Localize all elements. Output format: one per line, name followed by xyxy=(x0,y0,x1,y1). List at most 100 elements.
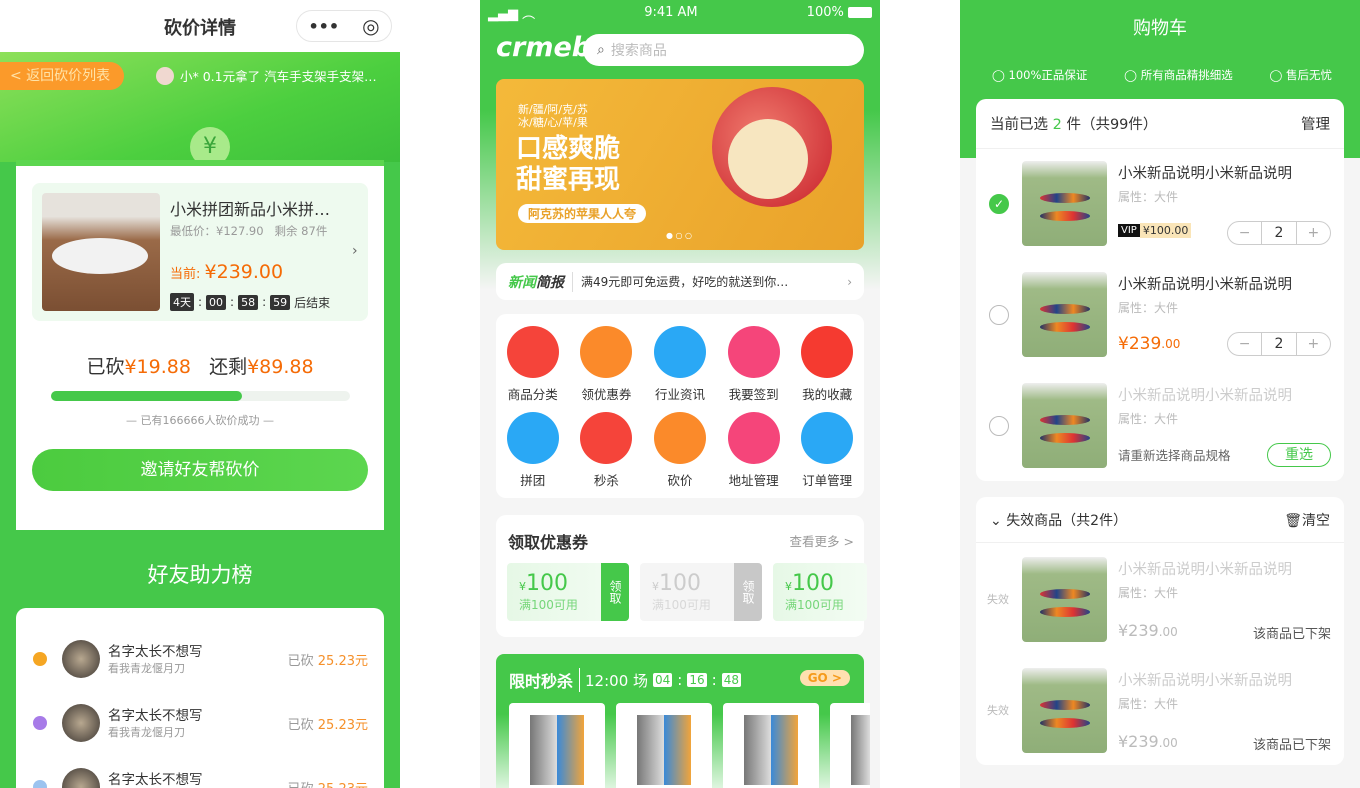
cut-label: 已砍 xyxy=(287,717,314,733)
cart-item: 小米新品说明小米新品说明 属性：大件 ¥239.00 −2 + xyxy=(976,272,1344,362)
invalid-toggle[interactable]: ⌄ 失效商品（共2件） xyxy=(990,510,1127,530)
menu-grid: 商品分类 领优惠券 行业资讯 我要签到 我的收藏拼团 秒杀 砍价 地址管理 订单管理 xyxy=(496,314,864,498)
quantity-stepper[interactable]: −2 + xyxy=(1227,221,1331,245)
helper-motto: 看我青龙偃月刀 xyxy=(108,726,185,739)
status-time: 9:41 AM xyxy=(644,5,698,20)
menu-item[interactable]: 地址管理 xyxy=(717,412,791,496)
signal-wifi-icon: ▂▄▆ ︵ xyxy=(488,7,536,22)
check-circle-icon: ◯ xyxy=(1124,68,1138,82)
coupon[interactable]: ¥100 满100可用 xyxy=(773,563,867,621)
coupon[interactable]: ¥100 满100可用 领取 xyxy=(507,563,629,621)
more-icon[interactable]: ••• xyxy=(308,17,339,36)
price-decimal: .00 xyxy=(1158,625,1178,639)
menu-item[interactable]: 砍价 xyxy=(643,412,717,496)
cart-screen: 购物车 ◯ 100%正品保证 ◯ 所有商品精挑细选 ◯ 售后无忧 当前已选 2 件（… xyxy=(960,0,1360,788)
invalid-section: ⌄ 失效商品（共2件） 🗑清空 失效 小米新品说明小米新品说明 属性：大件 ¥2… xyxy=(976,497,1344,765)
progress-bar xyxy=(51,391,350,401)
menu-item[interactable]: 拼团 xyxy=(496,412,570,496)
coupon-amount: 100 xyxy=(659,571,701,596)
chevron-right-icon: › xyxy=(352,243,358,259)
clear-button[interactable]: 🗑清空 xyxy=(1284,510,1330,530)
menu-item[interactable]: 我的收藏 xyxy=(790,326,864,410)
helper-row: 名字太长不想写看我青龙偃月刀 已砍 25.23元 xyxy=(16,767,384,788)
product-image xyxy=(42,193,160,311)
item-attr: 属性：大件 xyxy=(1118,586,1179,600)
reselect-button[interactable]: 重选 xyxy=(1267,443,1331,467)
menu-item[interactable]: 商品分类 xyxy=(496,326,570,410)
menu-icon xyxy=(580,412,633,464)
carousel-dots[interactable]: ● ○ ○ xyxy=(666,231,692,240)
menu-label: 我要签到 xyxy=(728,387,779,402)
item-name: 小米新品说明小米新品说明 xyxy=(1118,166,1292,182)
menu-label: 地址管理 xyxy=(728,473,779,488)
flash-product[interactable] xyxy=(723,703,819,788)
invalid-item: 失效 小米新品说明小米新品说明 属性：大件 ¥239.00 该商品已下架 xyxy=(976,668,1344,753)
news-bar[interactable]: 新闻 简报 满49元即可免运费，好吃的就送到你… › xyxy=(496,263,864,300)
coupon-condition: 满100可用 xyxy=(652,598,711,612)
banner[interactable]: 新/疆/阿/克/苏 冰/糖/心/苹/果 口感爽脆 甜蜜再现 阿克苏的苹果人人夸 ● … xyxy=(496,79,864,250)
plus-button[interactable]: + xyxy=(1297,333,1330,355)
product-image xyxy=(1022,272,1107,357)
bargain-card: 小米拼团新品小米拼… 最低价：¥127.90 剩余 87件 › 当前: ¥239… xyxy=(16,160,384,530)
menu-label: 我的收藏 xyxy=(802,387,853,402)
medal-icon xyxy=(33,716,47,730)
current-price: ¥239.00 xyxy=(204,261,284,283)
ticker-text: 小* 0.1元拿了 汽车手支架手支架… xyxy=(180,69,377,84)
battery-level: 100% xyxy=(806,5,844,20)
manage-button[interactable]: 管理 xyxy=(1301,113,1330,134)
quantity-value[interactable]: 2 xyxy=(1261,333,1297,355)
claim-coupon-button[interactable]: 领取 xyxy=(734,563,762,621)
product-image xyxy=(1022,668,1107,753)
plus-button[interactable]: + xyxy=(1297,222,1330,244)
item-checkbox[interactable] xyxy=(989,416,1009,436)
medal-icon xyxy=(33,780,47,788)
invalid-tag: 失效 xyxy=(987,593,1009,606)
page-title: 购物车 xyxy=(1133,18,1187,39)
search-input[interactable]: ⌕ 搜索商品 xyxy=(583,34,864,66)
view-more-link[interactable]: 查看更多 > xyxy=(790,531,854,550)
menu-item[interactable]: 行业资讯 xyxy=(643,326,717,410)
status-bar: ▂▄▆ ︵ 9:41 AM 100% xyxy=(488,3,872,22)
quantity-value[interactable]: 2 xyxy=(1261,222,1297,244)
flash-product[interactable] xyxy=(830,703,870,788)
menu-label: 领优惠券 xyxy=(581,387,632,402)
product-image xyxy=(1022,161,1107,246)
guarantee-item: ◯ 100%正品保证 xyxy=(992,68,1088,82)
menu-icon xyxy=(506,412,559,464)
menu-icon xyxy=(727,412,780,464)
nav-bar: 砍价详情 ••• ◎ xyxy=(0,0,400,52)
menu-icon xyxy=(506,326,559,378)
ticker: 小* 0.1元拿了 汽车手支架手支架… xyxy=(156,66,377,85)
quantity-stepper[interactable]: −2 + xyxy=(1227,332,1331,356)
avatar xyxy=(62,704,100,742)
menu-label: 秒杀 xyxy=(593,473,619,488)
banner-headline-1: 口感爽脆 xyxy=(516,134,621,164)
menu-icon xyxy=(653,412,706,464)
minus-button[interactable]: − xyxy=(1228,222,1261,244)
item-checkbox[interactable] xyxy=(989,305,1009,325)
menu-item[interactable]: 订单管理 xyxy=(790,412,864,496)
close-miniapp-icon[interactable]: ◎ xyxy=(362,14,379,38)
product-box[interactable]: 小米拼团新品小米拼… 最低价：¥127.90 剩余 87件 › 当前: ¥239… xyxy=(32,183,368,321)
guarantee-item: ◯ 所有商品精挑细选 xyxy=(1124,68,1233,82)
item-checkbox[interactable]: ✓ xyxy=(989,194,1009,214)
logo: crmeb xyxy=(496,32,592,63)
menu-label: 商品分类 xyxy=(507,387,558,402)
back-to-list-button[interactable]: < 返回砍价列表 xyxy=(0,62,125,90)
helper-motto: 看我青龙偃月刀 xyxy=(108,662,185,675)
minus-button[interactable]: − xyxy=(1228,333,1261,355)
menu-item[interactable]: 领优惠券 xyxy=(570,326,644,410)
coupon[interactable]: ¥100 满100可用 领取 xyxy=(640,563,762,621)
success-note: — 已有166666人砍价成功 — xyxy=(126,414,274,427)
invite-friends-button[interactable]: 邀请好友帮砍价 xyxy=(32,449,368,491)
menu-item[interactable]: 我要签到 xyxy=(717,326,791,410)
countdown-seconds: 59 xyxy=(270,294,291,310)
remain-label: 还剩 xyxy=(209,356,248,378)
flash-product[interactable] xyxy=(509,703,605,788)
menu-icon xyxy=(801,412,854,464)
flash-seconds: 48 xyxy=(721,673,741,687)
claim-coupon-button[interactable]: 领取 xyxy=(601,563,629,621)
flash-go-button[interactable]: GO > xyxy=(799,670,850,686)
flash-product[interactable] xyxy=(616,703,712,788)
menu-item[interactable]: 秒杀 xyxy=(570,412,644,496)
